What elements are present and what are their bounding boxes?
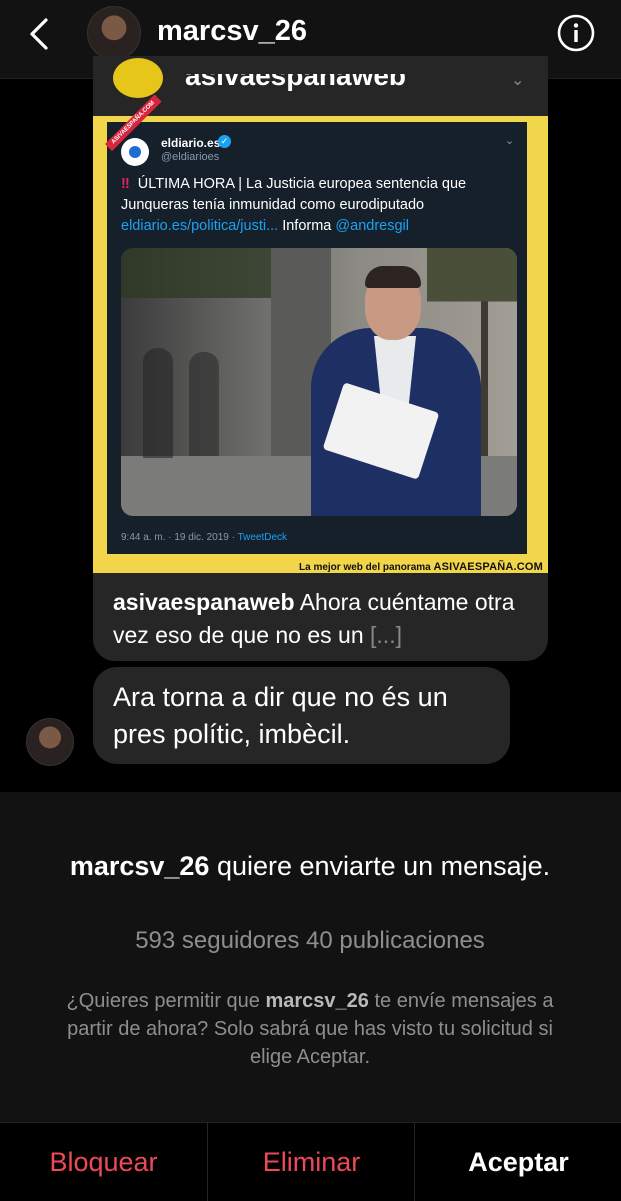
message-text: Ara torna a dir que no és un pres políti… <box>113 682 448 749</box>
post-image[interactable]: ASIVAESPAÑA.COM eldiario.es ✓ @eldiarioe… <box>93 94 548 573</box>
tweet-time: 9:44 a. m. · 19 dic. 2019 · <box>121 532 235 543</box>
header-username[interactable]: marcsv_26 <box>157 15 307 48</box>
post-author-avatar[interactable] <box>113 58 163 98</box>
photo-background-person <box>189 352 219 456</box>
caption-more[interactable]: [...] <box>370 622 402 648</box>
message-request-panel: marcsv_26 quiere enviarte un mensaje. 59… <box>0 792 621 1122</box>
post-author-name[interactable]: asivaespanaweb <box>185 74 406 92</box>
action-bar: Bloquear Eliminar Aceptar <box>0 1122 621 1201</box>
tweet-text-after-link: Informa <box>282 218 332 234</box>
tweet-screenshot: ASIVAESPAÑA.COM eldiario.es ✓ @eldiarioe… <box>105 94 527 554</box>
footer-tagline: La mejor web del panorama <box>299 562 431 573</box>
post-caption[interactable]: asivaespanaweb Ahora cuéntame otra vez e… <box>113 586 533 652</box>
tweet-handle: @eldiarioes <box>161 151 220 163</box>
tweet-chevron-icon: ⌄ <box>505 135 515 147</box>
message-bubble[interactable]: Ara torna a dir que no és un pres políti… <box>93 667 510 764</box>
tweet-client: TweetDeck <box>237 532 288 543</box>
tweet-mention: @andresgil <box>335 218 409 234</box>
sender-avatar[interactable] <box>26 718 74 766</box>
request-title-text: quiere enviarte un mensaje. <box>216 851 551 881</box>
photo-background-person <box>143 348 173 458</box>
tweet-link: eldiario.es/politica/justi... <box>121 218 279 234</box>
caption-author[interactable]: asivaespanaweb <box>113 589 295 615</box>
accept-button[interactable]: Aceptar <box>414 1123 621 1201</box>
request-stats: 593 seguidores 40 publicaciones <box>135 927 485 954</box>
chevron-down-icon: ⌄ <box>511 72 525 89</box>
tweet-name: eldiario.es <box>161 136 221 150</box>
tweet-text: ‼ ÚLTIMA HORA | La Justicia europea sent… <box>121 174 517 237</box>
help-before: ¿Quieres permitir que <box>66 990 260 1012</box>
photo-foliage <box>121 248 281 298</box>
back-button[interactable] <box>22 14 58 54</box>
tweet-meta: 9:44 a. m. · 19 dic. 2019 · TweetDeck <box>121 532 287 543</box>
verified-icon: ✓ <box>218 135 231 148</box>
delete-button[interactable]: Eliminar <box>207 1123 415 1201</box>
request-help-text: ¿Quieres permitir que marcsv_26 te envíe… <box>50 987 570 1071</box>
chevron-left-icon <box>30 18 48 50</box>
double-exclamation-icon: ‼ <box>121 176 130 192</box>
image-footer: La mejor web del panorama ASIVAESPAÑA.CO… <box>299 561 543 573</box>
request-username[interactable]: marcsv_26 <box>70 851 210 881</box>
shared-post[interactable]: asivaespanaweb ⌄ ASIVAESPAÑA.COM eldiari… <box>93 56 548 661</box>
tweet-avatar <box>121 138 149 166</box>
avatar[interactable] <box>87 6 141 60</box>
block-button[interactable]: Bloquear <box>0 1123 207 1201</box>
tweet-main-text: ÚLTIMA HORA | La Justicia europea senten… <box>121 176 467 213</box>
photo-person-hair <box>365 266 421 288</box>
footer-brand: ASIVAESPAÑA.COM <box>433 561 544 573</box>
request-title: marcsv_26 quiere enviarte un mensaje. <box>60 848 560 884</box>
help-username: marcsv_26 <box>265 990 369 1012</box>
tweet-photo <box>121 248 517 516</box>
info-button[interactable] <box>556 13 596 53</box>
shared-post-header: asivaespanaweb ⌄ <box>93 56 548 116</box>
info-icon <box>557 14 595 52</box>
